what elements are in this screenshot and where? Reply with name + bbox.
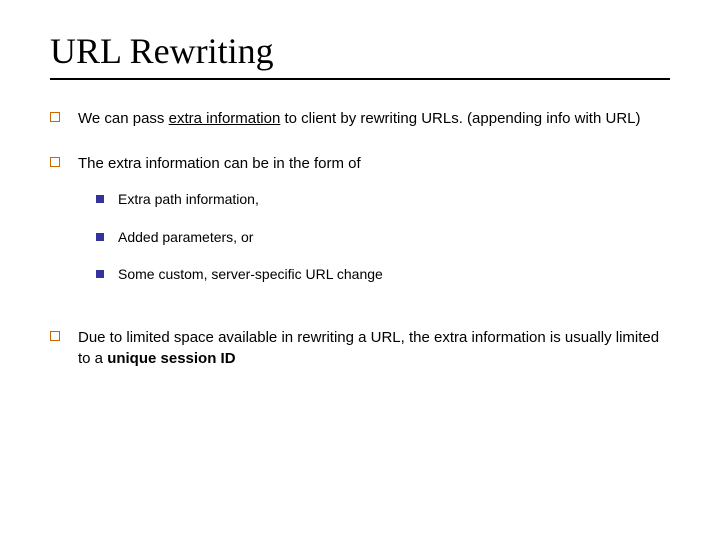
filled-square-bullet-icon [96, 195, 104, 203]
bullet-2-text: The extra information can be in the form… [78, 155, 361, 172]
square-bullet-icon [50, 331, 60, 341]
bullet-list: We can pass extra information to client … [50, 108, 670, 369]
list-item: Due to limited space available in rewrit… [50, 327, 670, 369]
bullet-1-text: We can pass extra information to client … [78, 108, 670, 129]
square-bullet-icon [50, 112, 60, 122]
list-item: The extra information can be in the form… [50, 153, 670, 303]
sub-bullet-1-text: Extra path information, [118, 190, 259, 210]
page-title: URL Rewriting [50, 30, 670, 80]
sub-bullet-3-text: Some custom, server-specific URL change [118, 265, 383, 285]
list-item: Added parameters, or [96, 228, 670, 248]
filled-square-bullet-icon [96, 233, 104, 241]
list-item: Some custom, server-specific URL change [96, 265, 670, 285]
text-fragment: to client by rewriting URLs. (appending … [280, 110, 640, 127]
bold-text: unique session ID [107, 350, 235, 367]
bullet-3-text: Due to limited space available in rewrit… [78, 327, 670, 369]
square-bullet-icon [50, 157, 60, 167]
text-fragment: We can pass [78, 110, 169, 127]
underlined-text: extra information [169, 110, 281, 127]
sub-bullet-list: Extra path information, Added parameters… [78, 190, 670, 285]
list-item: We can pass extra information to client … [50, 108, 670, 129]
filled-square-bullet-icon [96, 270, 104, 278]
list-item: Extra path information, [96, 190, 670, 210]
sub-bullet-2-text: Added parameters, or [118, 228, 253, 248]
